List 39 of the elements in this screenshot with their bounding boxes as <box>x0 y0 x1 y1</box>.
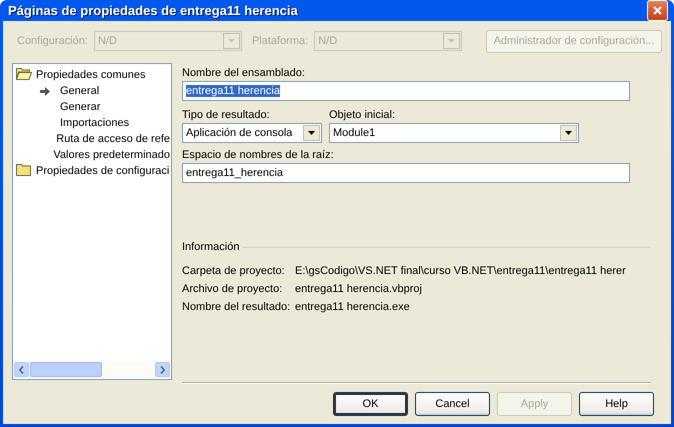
root-namespace-field[interactable]: entrega11_herencia <box>182 163 630 183</box>
root-namespace-label: Espacio de nombres de la raíz: <box>182 149 335 161</box>
dropdown-arrow-icon <box>228 39 235 43</box>
tree-item[interactable]: Generar <box>59 101 102 113</box>
info-label: Nombre del resultado: <box>182 301 292 313</box>
dialog-button[interactable]: Help <box>579 392 654 416</box>
tree-item[interactable]: Propiedades de configuraci <box>35 165 170 177</box>
info-value: entrega11 herencia.exe <box>295 301 410 313</box>
dropdown-arrow-icon <box>448 39 456 43</box>
close-button[interactable] <box>647 0 668 21</box>
output-type-dropdown[interactable]: Aplicación de consola <box>182 123 322 143</box>
info-value: entrega11 herencia.vbproj <box>295 283 422 295</box>
output-type-label: Tipo de resultado: <box>182 109 271 121</box>
folder-icon <box>16 163 32 176</box>
dialog-button[interactable]: OK <box>333 392 408 416</box>
dropdown-arrow-icon <box>308 131 315 135</box>
assembly-name-label: Nombre del ensamblado: <box>182 67 306 79</box>
information-heading: Información <box>182 241 240 253</box>
startup-object-label: Objeto inicial: <box>329 109 396 121</box>
window-title: Páginas de propiedades de entrega11 herencia <box>8 3 298 18</box>
dialog-button[interactable]: Cancel <box>415 392 490 416</box>
info-value: E:\gsCodigo\VS.NET final\curso VB.NET\entrega11\entrega11 herer <box>295 265 626 277</box>
startup-object-dropdown[interactable]: Module1 <box>329 123 579 143</box>
tree-item[interactable]: Propiedades comunes <box>35 69 146 81</box>
tree-item[interactable]: General <box>59 85 100 97</box>
assembly-name-field[interactable]: entrega11 herencia <box>182 81 630 101</box>
tree-item[interactable]: Valores predeterminado <box>52 149 171 161</box>
close-icon <box>653 6 662 15</box>
horizontal-scrollbar[interactable] <box>14 361 170 378</box>
tree-item[interactable]: Importaciones <box>59 117 130 129</box>
scroll-right-icon <box>160 366 165 374</box>
open-folder-icon <box>16 67 32 80</box>
configuration-label: Configuración: <box>16 35 89 47</box>
dropdown-arrow-icon <box>565 131 572 135</box>
info-label: Carpeta de proyecto: <box>182 265 286 277</box>
scroll-left-icon <box>19 366 24 374</box>
tree-item[interactable]: Ruta de acceso de refe <box>55 133 171 145</box>
info-label: Archivo de proyecto: <box>182 283 284 295</box>
platform-label: Plataforma: <box>250 35 310 47</box>
